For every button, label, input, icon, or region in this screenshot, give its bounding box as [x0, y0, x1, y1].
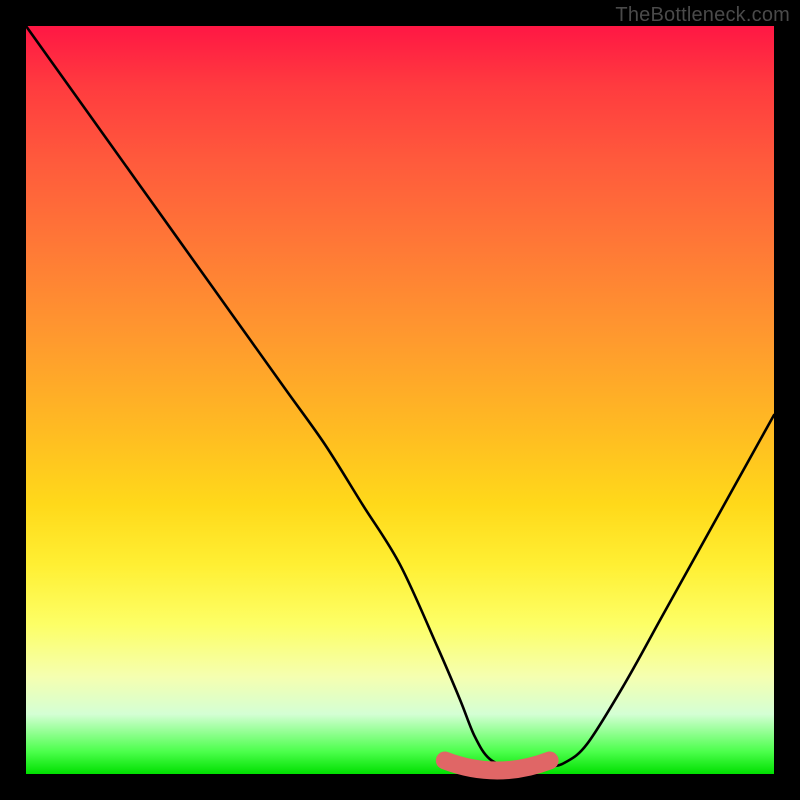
chart-plot-area [26, 26, 774, 774]
chart-svg [26, 26, 774, 774]
chart-frame: TheBottleneck.com [0, 0, 800, 800]
bottleneck-curve-path [26, 26, 774, 769]
trough-marker [445, 761, 550, 771]
watermark-text: TheBottleneck.com [615, 4, 790, 27]
